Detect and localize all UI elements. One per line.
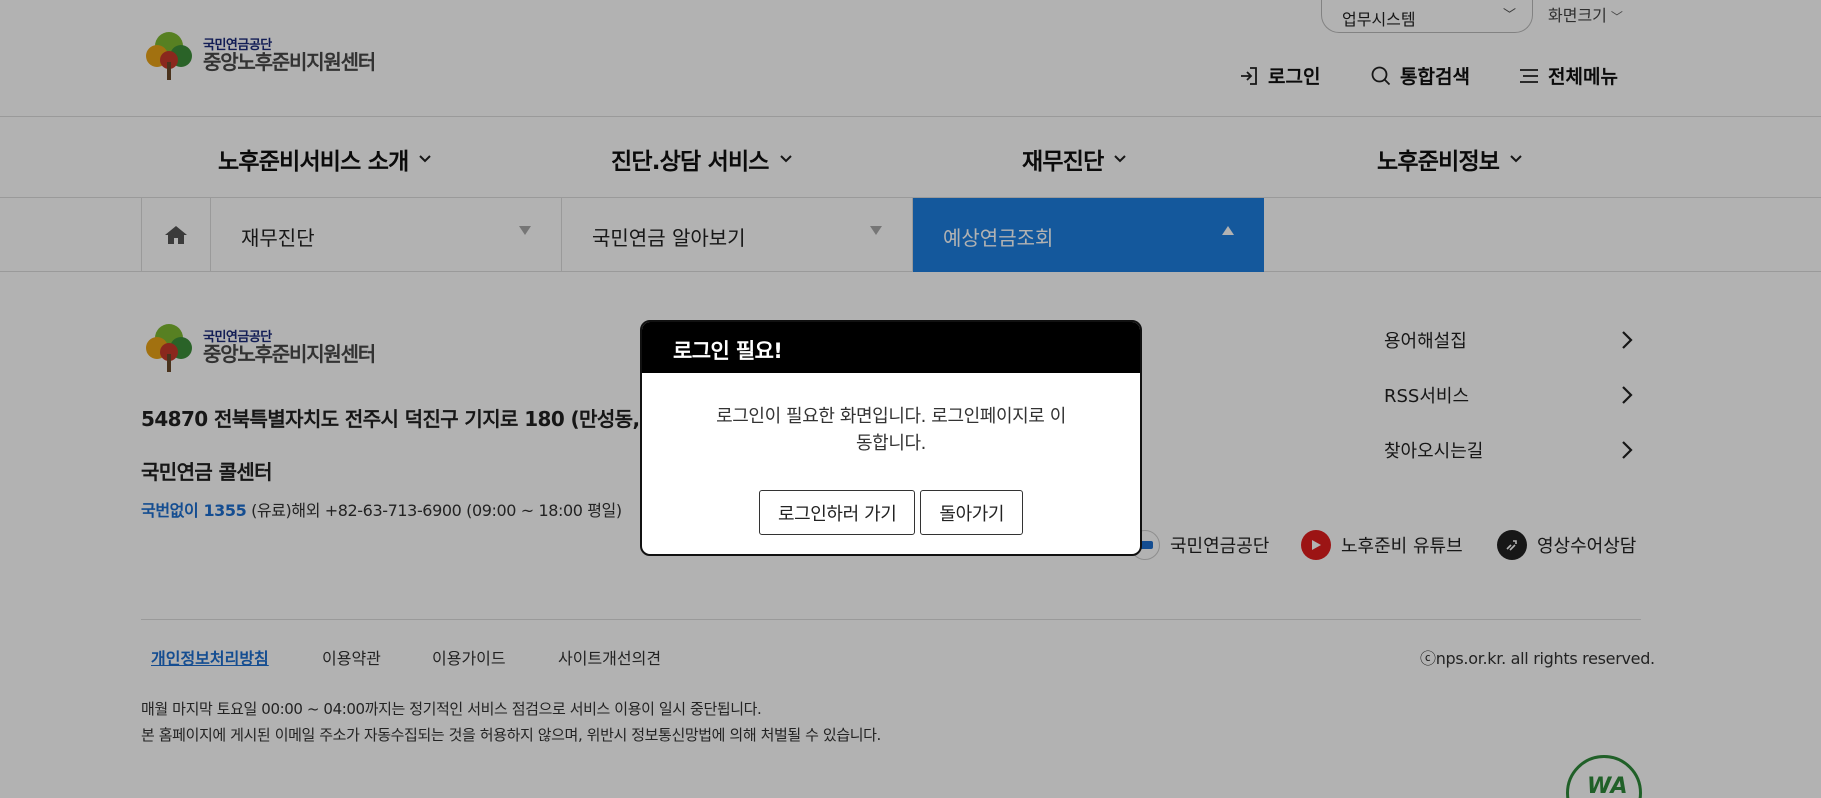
dialog-title: 로그인 필요! — [642, 322, 1140, 373]
page: 국민연금공단 중앙노후준비지원센터 업무시스템 ﹀ 화면크기 ﹀ 로그인 통합검색… — [0, 0, 1821, 798]
go-back-button[interactable]: 돌아가기 — [920, 490, 1024, 535]
login-required-dialog: 로그인 필요! 로그인이 필요한 화면입니다. 로그인페이지로 이동합니다. 로… — [640, 320, 1142, 556]
dialog-actions: 로그인하러 가기 돌아가기 — [642, 490, 1140, 535]
go-to-login-button[interactable]: 로그인하러 가기 — [758, 490, 916, 535]
dialog-message: 로그인이 필요한 화면입니다. 로그인페이지로 이동합니다. — [716, 406, 1066, 454]
